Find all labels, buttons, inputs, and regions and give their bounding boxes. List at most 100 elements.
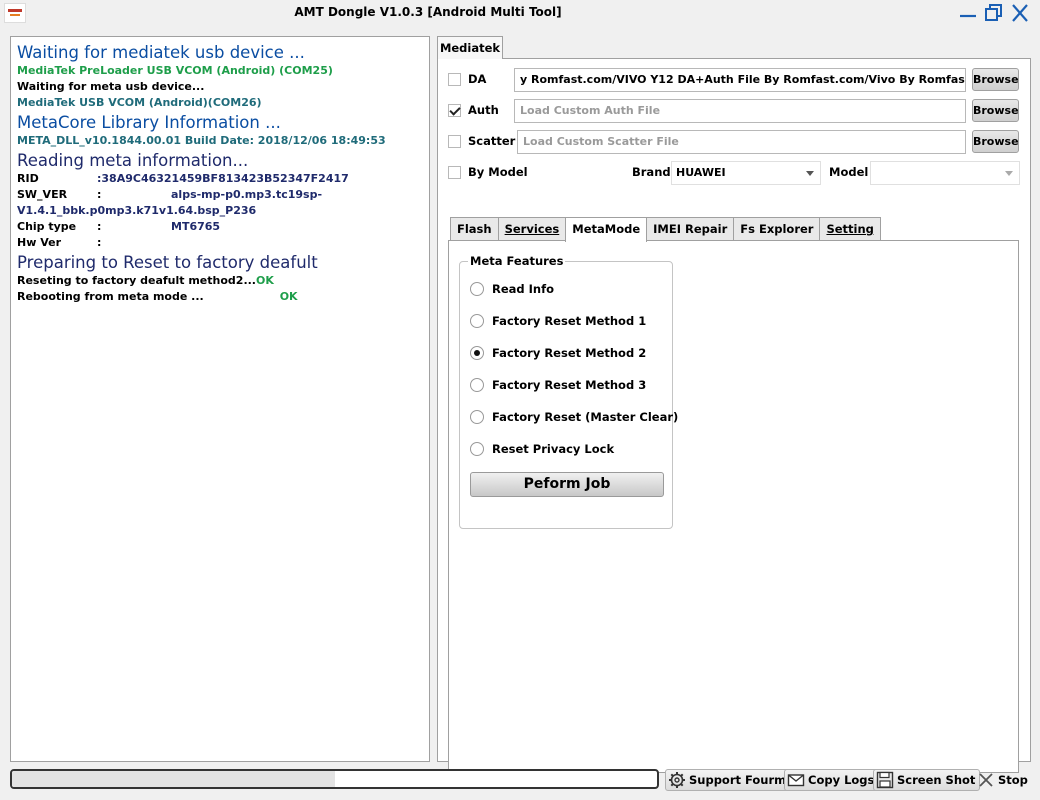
brand-label: Brand xyxy=(632,165,671,179)
log-kv-hw: Hw Ver : xyxy=(17,235,423,251)
support-forum-label: Support Fourm xyxy=(689,773,787,787)
chevron-down-icon xyxy=(1005,171,1013,176)
radio-label: Factory Reset Method 2 xyxy=(492,346,647,360)
log-sep: : xyxy=(97,220,102,233)
auth-checkbox[interactable] xyxy=(448,104,461,117)
log-key: Chip type xyxy=(17,220,77,233)
log-value: :38A9C46321459BF813423B52347F2417 xyxy=(97,172,349,185)
title-bar: AMT Dongle V1.0.3 [Android Multi Tool] xyxy=(0,0,1040,28)
radio-button[interactable] xyxy=(470,378,484,392)
screen-shot-label: Screen Shot xyxy=(897,773,976,787)
log-key: SW_VER xyxy=(17,188,68,201)
copy-logs-label: Copy Logs xyxy=(808,773,875,787)
restore-icon[interactable] xyxy=(982,2,1006,24)
model-label: Model xyxy=(829,165,869,179)
log-value: MT6765 xyxy=(171,220,221,233)
auth-file-field[interactable]: Load Custom Auth File xyxy=(514,99,966,123)
right-panel: Mediatek DA y Romfast.com/VIVO Y12 DA+Au… xyxy=(437,36,1032,773)
close-icon[interactable] xyxy=(1008,2,1032,24)
by-model-checkbox[interactable] xyxy=(448,166,461,179)
radio-label: Factory Reset Method 1 xyxy=(492,314,647,328)
tab-imei-repair[interactable]: IMEI Repair xyxy=(646,217,735,241)
log-line: Waiting for meta usb device... xyxy=(17,80,205,93)
scatter-browse-button[interactable]: Browse xyxy=(972,130,1019,153)
log-line: META_DLL_v10.1844.00.01 Build Date: 2018… xyxy=(17,134,386,147)
log-kv-rid: RID :38A9C46321459BF813423B52347F2417 xyxy=(17,171,423,187)
auth-browse-button[interactable]: Browse xyxy=(972,99,1019,122)
by-model-label: By Model xyxy=(468,165,528,179)
scatter-label: Scatter xyxy=(468,134,516,148)
log-value-cont: V1.4.1_bbk.p0mp3.k71v1.64.bsp_P236 xyxy=(17,204,257,217)
tab-fs-explorer[interactable]: Fs Explorer xyxy=(733,217,821,241)
log-panel: Waiting for mediatek usb device ... Medi… xyxy=(10,36,430,762)
log-kv-swver: SW_VER : alps-mp-p0.mp3.tc19sp- xyxy=(17,187,423,203)
meta-features-title: Meta Features xyxy=(468,254,566,268)
radio-button[interactable] xyxy=(470,442,484,456)
copy-logs-button[interactable]: Copy Logs xyxy=(784,769,880,791)
log-line: Rebooting from meta mode ... OK xyxy=(17,289,423,305)
ok-status: OK xyxy=(279,290,298,303)
tab-mediatek[interactable]: Mediatek xyxy=(437,36,503,59)
sub-tab-bar: Flash Services MetaMode IMEI Repair Fs E… xyxy=(450,217,881,242)
close-icon xyxy=(979,773,993,787)
save-icon xyxy=(876,771,894,789)
log-key: Hw Ver xyxy=(17,236,61,249)
log-kv-chip: Chip type : MT6765 xyxy=(17,219,423,235)
log-line: MediaTek USB VCOM (Android)(COM26) xyxy=(17,96,262,109)
da-file-field[interactable]: y Romfast.com/VIVO Y12 DA+Auth File By R… xyxy=(514,68,966,92)
screen-shot-button[interactable]: Screen Shot xyxy=(873,769,981,791)
radio-label: Factory Reset Method 3 xyxy=(492,378,647,392)
scatter-checkbox[interactable] xyxy=(448,135,461,148)
stop-button[interactable]: Stop xyxy=(975,769,1032,791)
radio-label: Read Info xyxy=(492,282,555,296)
log-heading: MetaCore Library Information ... xyxy=(17,113,281,132)
log-line: MediaTek PreLoader USB VCOM (Android) (C… xyxy=(17,64,333,77)
progress-bar xyxy=(10,769,659,789)
log-text: Reseting to factory deafult method2... xyxy=(17,274,256,287)
stop-label: Stop xyxy=(998,773,1028,787)
scatter-file-field[interactable]: Load Custom Scatter File xyxy=(517,130,966,154)
log-key: RID xyxy=(17,172,39,185)
auth-row: Auth Load Custom Auth File Browse xyxy=(438,98,1032,124)
radio-label: Factory Reset (Master Clear) xyxy=(492,410,679,424)
tab-services[interactable]: Services xyxy=(497,217,567,241)
radio-button[interactable] xyxy=(470,346,484,360)
log-sep: : xyxy=(97,188,102,201)
da-row: DA y Romfast.com/VIVO Y12 DA+Auth File B… xyxy=(438,67,1032,93)
tab-metamode[interactable]: MetaMode xyxy=(565,217,648,242)
scatter-row: Scatter Load Custom Scatter File Browse xyxy=(438,129,1032,155)
perform-job-button[interactable]: Peform Job xyxy=(470,472,664,497)
radio-label: Reset Privacy Lock xyxy=(492,442,615,456)
auth-label: Auth xyxy=(468,103,499,117)
ok-status: OK xyxy=(255,274,274,287)
tab-setting[interactable]: Setting xyxy=(819,217,881,241)
log-heading: Waiting for mediatek usb device ... xyxy=(17,43,305,62)
progress-fill xyxy=(12,771,335,787)
log-line: Reseting to factory deafult method2...OK xyxy=(17,273,423,289)
da-checkbox[interactable] xyxy=(448,73,461,86)
support-forum-button[interactable]: Support Fourm xyxy=(665,769,792,791)
model-row: By Model Brand HUAWEI Model xyxy=(438,160,1032,186)
log-sep: : xyxy=(97,236,102,249)
radio-button[interactable] xyxy=(470,314,484,328)
radio-button[interactable] xyxy=(470,410,484,424)
da-label: DA xyxy=(468,72,487,86)
brand-select[interactable]: HUAWEI xyxy=(671,161,821,185)
metamode-panel: Meta Features Read Info Factory Reset Me… xyxy=(448,240,1019,773)
model-select[interactable] xyxy=(870,161,1020,185)
brand-value: HUAWEI xyxy=(676,166,726,179)
chevron-down-icon xyxy=(806,171,814,176)
da-browse-button[interactable]: Browse xyxy=(972,68,1019,91)
log-heading: Reading meta information... xyxy=(17,151,249,170)
meta-features-group: Meta Features Read Info Factory Reset Me… xyxy=(459,254,678,529)
window-title: AMT Dongle V1.0.3 [Android Multi Tool] xyxy=(294,5,562,19)
log-value: alps-mp-p0.mp3.tc19sp- xyxy=(171,188,323,201)
gear-icon xyxy=(669,772,685,788)
radio-button[interactable] xyxy=(470,282,484,296)
minimize-icon[interactable] xyxy=(956,2,980,24)
envelope-icon xyxy=(787,774,805,787)
mediatek-panel: DA y Romfast.com/VIVO Y12 DA+Auth File B… xyxy=(437,58,1032,773)
log-text: Rebooting from meta mode ... xyxy=(17,290,204,303)
tab-flash[interactable]: Flash xyxy=(450,217,499,241)
log-heading: Preparing to Reset to factory deafult xyxy=(17,253,318,272)
